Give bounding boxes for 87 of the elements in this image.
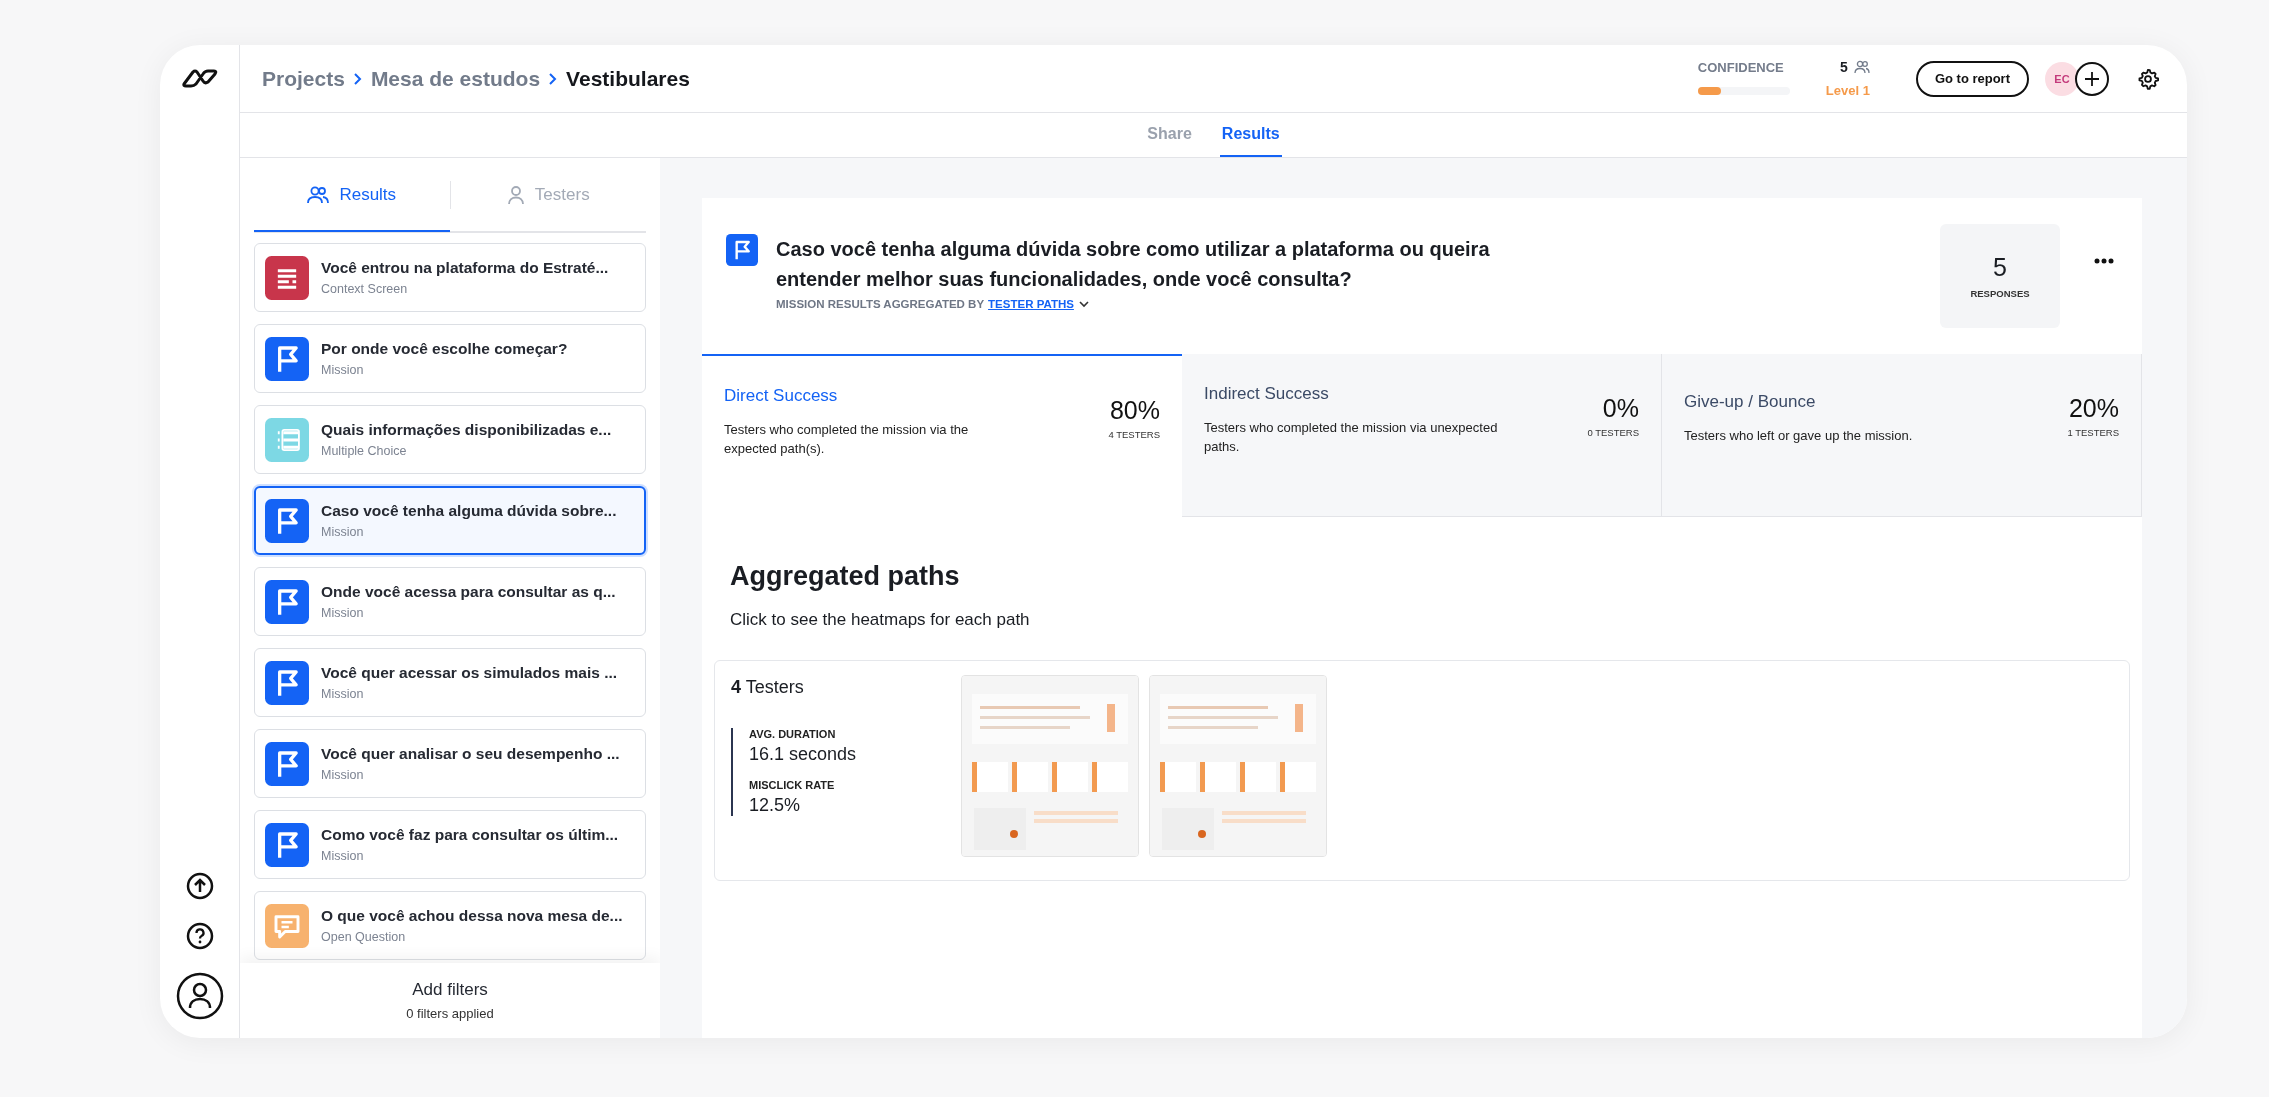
outcome-description: Testers who completed the mission via the expected path(s).: [724, 421, 970, 458]
plus-icon: [2084, 70, 2100, 87]
avatar[interactable]: EC: [2045, 61, 2079, 96]
breadcrumb-item[interactable]: Projects: [262, 66, 345, 91]
path-testers: 4 Testers: [731, 677, 805, 698]
outcome-description: Testers who left or gave up the mission.: [1684, 427, 1914, 445]
question-item[interactable]: Você quer acessar os simulados mais ... Mission: [254, 648, 646, 717]
outcome-percent: 0%: [1602, 394, 1639, 423]
question-type: Mission: [321, 768, 365, 782]
add-button[interactable]: [2075, 61, 2109, 96]
chevron-down-icon[interactable]: [1077, 299, 1090, 309]
question-type: Mission: [321, 687, 365, 701]
stat-value: 12.5%: [749, 795, 802, 816]
people-icon: [307, 184, 330, 205]
responses-label: RESPONSES: [1970, 288, 2030, 299]
outcome-title: Indirect Success: [1204, 384, 1330, 404]
question-item[interactable]: Quais informações disponibilizadas e... Multiple Choice: [254, 405, 646, 474]
question-title: Por onde você escolhe começar?: [321, 340, 569, 358]
question-title: Você entrou na plataforma do Estraté...: [321, 259, 610, 277]
question-item[interactable]: O que você achou dessa nova mesa de... Open Question: [254, 891, 646, 960]
question-item[interactable]: Você entrou na plataforma do Estraté... Context Screen: [254, 243, 646, 312]
stat-value: 16.1 seconds: [749, 744, 858, 765]
mission-title: Caso você tenha alguma dúvida sobre como utilizar a plataforma ou queira entender melhor suas funcionalidades, onde você consulta?: [776, 237, 1491, 292]
question-title: Quais informações disponibilizadas e...: [321, 421, 613, 439]
question-type: Mission: [321, 606, 365, 620]
chevron-right-icon: [548, 71, 559, 86]
person-icon: [506, 184, 525, 205]
question-title: Onde você acessa para consultar as q...: [321, 583, 617, 601]
question-type: Mission: [321, 849, 365, 863]
outcome-tab[interactable]: Give-up / Bounce Testers who left or gave up the mission. 20% 1 TESTERS: [1662, 354, 2142, 517]
outcome-description: Testers who completed the mission via unexpected paths.: [1204, 419, 1499, 456]
mission-icon: [265, 822, 309, 867]
outcome-title: Give-up / Bounce: [1684, 392, 1817, 412]
question-type: Multiple Choice: [321, 444, 408, 458]
mission-icon: [265, 660, 309, 705]
breadcrumb-item: Vestibulares: [566, 66, 690, 91]
help-icon[interactable]: [185, 922, 214, 950]
outcome-title: Direct Success: [724, 386, 839, 406]
more-icon[interactable]: [2094, 258, 2114, 264]
stat-label: MISCLICK RATE: [749, 779, 836, 791]
outcome-tab[interactable]: Indirect Success Testers who completed the mission via unexpected paths. 0% 0 TESTERS: [1182, 354, 1662, 517]
outcome-testers: 4 TESTERS: [1108, 429, 1160, 440]
question-item[interactable]: Você quer analisar o seu desempenho ... Mission: [254, 729, 646, 798]
context-icon: [265, 255, 309, 300]
mission-icon: [265, 741, 309, 786]
question-item[interactable]: Como você faz para consultar os últim... Mission: [254, 810, 646, 879]
aggregation-label: MISSION RESULTS AGGREGATED BY: [776, 298, 985, 310]
question-type: Mission: [321, 525, 365, 539]
mission-icon: [726, 234, 758, 266]
question-item[interactable]: Caso você tenha alguma dúvida sobre... Mission: [254, 486, 646, 555]
open-icon: [265, 903, 309, 948]
section-title: Aggregated paths: [730, 561, 961, 592]
confidence-label: CONFIDENCE: [1697, 59, 1785, 75]
chevron-right-icon: [352, 71, 363, 86]
outcome-testers: 0 TESTERS: [1587, 427, 1639, 438]
report-button[interactable]: Go to report: [1915, 60, 2029, 97]
mission-icon: [265, 336, 309, 381]
mission-icon: [265, 498, 309, 543]
filters-button[interactable]: Add filters 0 filters applied: [240, 963, 660, 1038]
outcome-percent: 80%: [1109, 396, 1160, 425]
stat-label: AVG. DURATION: [749, 728, 837, 740]
choice-icon: [265, 417, 309, 462]
question-type: Mission: [321, 363, 365, 377]
question-title: Como você faz para consultar os últim...: [321, 826, 620, 844]
upload-icon[interactable]: [185, 872, 214, 900]
question-title: Você quer analisar o seu desempenho ...: [321, 745, 621, 763]
panel-tab[interactable]: Results: [254, 159, 450, 232]
aggregation-link[interactable]: TESTER PATHS: [988, 298, 1074, 310]
settings-icon[interactable]: [2137, 67, 2159, 90]
breadcrumb-item[interactable]: Mesa de estudos: [370, 66, 541, 91]
question-title: O que você achou dessa nova mesa de...: [321, 907, 624, 925]
outcome-testers: 1 TESTERS: [2067, 427, 2119, 438]
outcome-percent: 20%: [2068, 394, 2119, 423]
question-type: Context Screen: [321, 282, 409, 296]
question-title: Caso você tenha alguma dúvida sobre...: [321, 502, 618, 520]
question-type: Open Question: [321, 930, 407, 944]
question-title: Você quer acessar os simulados mais ...: [321, 664, 619, 682]
question-item[interactable]: Por onde você escolhe começar? Mission: [254, 324, 646, 393]
people-icon: [1853, 60, 1870, 74]
responses-count: 5: [1993, 253, 2007, 282]
question-item[interactable]: Onde você acessa para consultar as q... Mission: [254, 567, 646, 636]
tester-count: 5: [1840, 59, 1848, 75]
section-subtitle: Click to see the heatmaps for each path: [730, 610, 1031, 630]
confidence-level: Level 1: [1825, 83, 1870, 98]
profile-icon[interactable]: [175, 972, 224, 1020]
logo-icon[interactable]: [180, 67, 219, 89]
mission-icon: [265, 579, 309, 624]
